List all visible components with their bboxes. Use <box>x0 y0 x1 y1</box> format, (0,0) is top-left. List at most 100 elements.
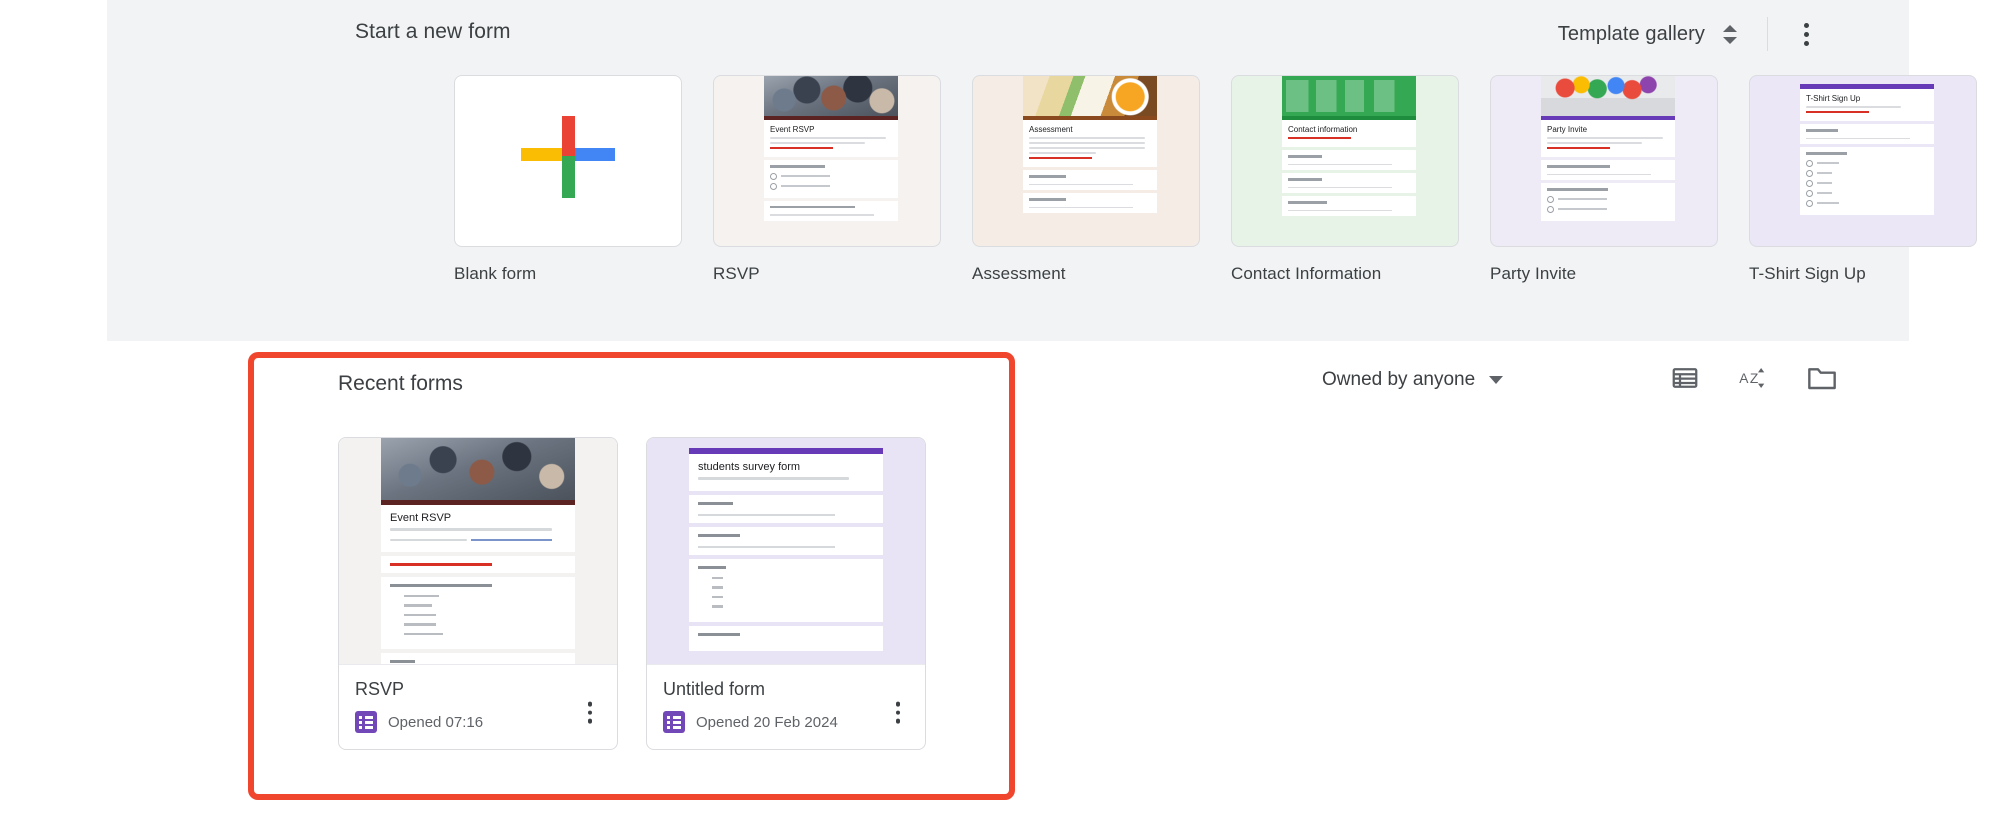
preview-answer-line <box>1029 206 1133 208</box>
expand-collapse-icon[interactable] <box>1719 20 1741 48</box>
preview-header-card: Assessment <box>1023 120 1157 167</box>
preview-option <box>1547 205 1669 213</box>
dot <box>895 710 901 715</box>
list-view-icon[interactable] <box>1670 363 1700 398</box>
recent-form-subrow: Opened 20 Feb 2024 <box>663 711 909 733</box>
preview-answer-line <box>698 513 836 516</box>
recent-thumbnail-untitled: students survey form <box>647 438 925 665</box>
dot <box>587 710 593 715</box>
preview-hero-image <box>764 76 898 116</box>
toolbar-divider <box>1767 17 1768 51</box>
preview-question-card <box>1282 173 1416 193</box>
template-card-blank-form[interactable]: Blank form <box>454 75 682 284</box>
preview-answer-line <box>1288 186 1392 188</box>
template-thumbnail-tshirt: T-Shirt Sign Up <box>1749 75 1977 247</box>
template-card-rsvp[interactable]: Event RSVP RSVP <box>713 75 941 284</box>
template-card-contact-information[interactable]: Contact information Contact Information <box>1231 75 1459 284</box>
preview-hero-image <box>1541 76 1675 116</box>
preview-question-label <box>1806 152 1848 155</box>
preview-header-card: Party Invite <box>1541 120 1675 157</box>
preview-question-card <box>1282 196 1416 216</box>
preview-form-title: students survey form <box>698 461 801 473</box>
preview-page: Party Invite <box>1541 76 1675 246</box>
preview-question-label <box>390 583 493 587</box>
folder-icon[interactable] <box>1806 363 1838 398</box>
preview-question-card <box>764 160 898 198</box>
recent-form-more-options-icon[interactable] <box>885 699 911 727</box>
chevron-up-shape <box>1723 24 1737 32</box>
recent-form-subrow: Opened 07:16 <box>355 711 601 733</box>
preview-question-label <box>1547 188 1608 191</box>
recent-forms-heading: Recent forms <box>338 372 463 395</box>
form-preview: Party Invite <box>1491 76 1717 246</box>
preview-question-card <box>689 494 883 523</box>
dot <box>587 701 593 707</box>
recent-form-card-untitled-form[interactable]: students survey form Untitled form Opene… <box>646 437 926 750</box>
owner-filter-dropdown[interactable]: Owned by anyone <box>1322 369 1504 391</box>
preview-question-card <box>1282 150 1416 170</box>
preview-question-card <box>689 625 883 651</box>
preview-answer-line <box>1288 163 1392 165</box>
preview-option <box>712 605 723 608</box>
template-label: Contact Information <box>1231 264 1382 283</box>
recent-thumbnail-rsvp: Event RSVP <box>339 438 617 665</box>
recent-form-card-rsvp[interactable]: Event RSVP RSVP Opened 07:16 <box>338 437 618 750</box>
template-label: T-Shirt Sign Up <box>1749 264 1866 283</box>
dot <box>587 718 593 724</box>
preview-question-card <box>689 526 883 555</box>
recent-form-more-options-icon[interactable] <box>577 699 603 727</box>
preview-required-note <box>1547 147 1611 149</box>
plus-part <box>562 116 575 156</box>
template-thumbnail-contact: Contact information <box>1231 75 1459 247</box>
preview-header-card: students survey form <box>689 454 883 491</box>
preview-hero-image <box>1023 76 1157 116</box>
preview-hero-image <box>1282 76 1416 116</box>
preview-page: Event RSVP <box>764 76 898 246</box>
preview-line <box>770 137 886 139</box>
preview-question-label <box>1288 178 1323 181</box>
more-options-icon[interactable] <box>1792 19 1820 49</box>
preview-option <box>712 595 723 598</box>
template-card-assessment[interactable]: Assessment Assessment <box>972 75 1200 284</box>
preview-question-card <box>381 653 575 664</box>
dot <box>895 718 901 724</box>
svg-text:Z: Z <box>1750 371 1758 386</box>
sort-az-icon[interactable]: A Z <box>1738 363 1768 398</box>
plus-part <box>521 148 562 161</box>
template-label: RSVP <box>713 264 760 283</box>
template-card-tshirt-sign-up[interactable]: T-Shirt Sign Up T-Shirt Sign Up <box>1749 75 1977 284</box>
plus-part <box>562 156 575 198</box>
dot <box>895 701 901 707</box>
preview-answer-line <box>770 214 874 216</box>
preview-option <box>1806 189 1928 197</box>
google-forms-icon <box>355 711 377 733</box>
recent-card-meta: Untitled form Opened 20 Feb 2024 <box>647 665 925 749</box>
preview-required-note <box>770 147 834 149</box>
dot <box>1803 31 1809 37</box>
preview-answer-line <box>1288 209 1392 211</box>
preview-option <box>404 623 436 626</box>
preview-question-label <box>698 565 727 569</box>
preview-line <box>1547 142 1643 144</box>
template-thumbnail-blank <box>454 75 682 247</box>
preview-page: T-Shirt Sign Up <box>1800 76 1934 246</box>
form-preview: Assessment <box>973 76 1199 246</box>
preview-option <box>404 632 443 635</box>
preview-page: students survey form <box>689 438 883 664</box>
preview-form-title: Assessment <box>1029 125 1073 134</box>
google-forms-home: Start a new form Template gallery Blank … <box>0 0 2000 821</box>
template-gallery-label[interactable]: Template gallery <box>1558 23 1705 46</box>
template-label: Assessment <box>972 264 1066 283</box>
recent-form-opened: Opened 20 Feb 2024 <box>696 713 838 731</box>
preview-option <box>1806 179 1928 187</box>
preview-form-title: T-Shirt Sign Up <box>1806 94 1861 103</box>
preview-hero-image <box>381 438 575 500</box>
chevron-down-shape <box>1723 36 1737 44</box>
chevron-down-icon <box>1489 376 1504 384</box>
preview-line <box>1029 137 1145 139</box>
template-panel-header: Start a new form Template gallery <box>107 0 1909 70</box>
preview-question-card <box>1800 147 1934 215</box>
preview-required-note <box>390 563 493 566</box>
dot <box>1803 22 1809 28</box>
template-card-party-invite[interactable]: Party Invite Party Invite <box>1490 75 1718 284</box>
